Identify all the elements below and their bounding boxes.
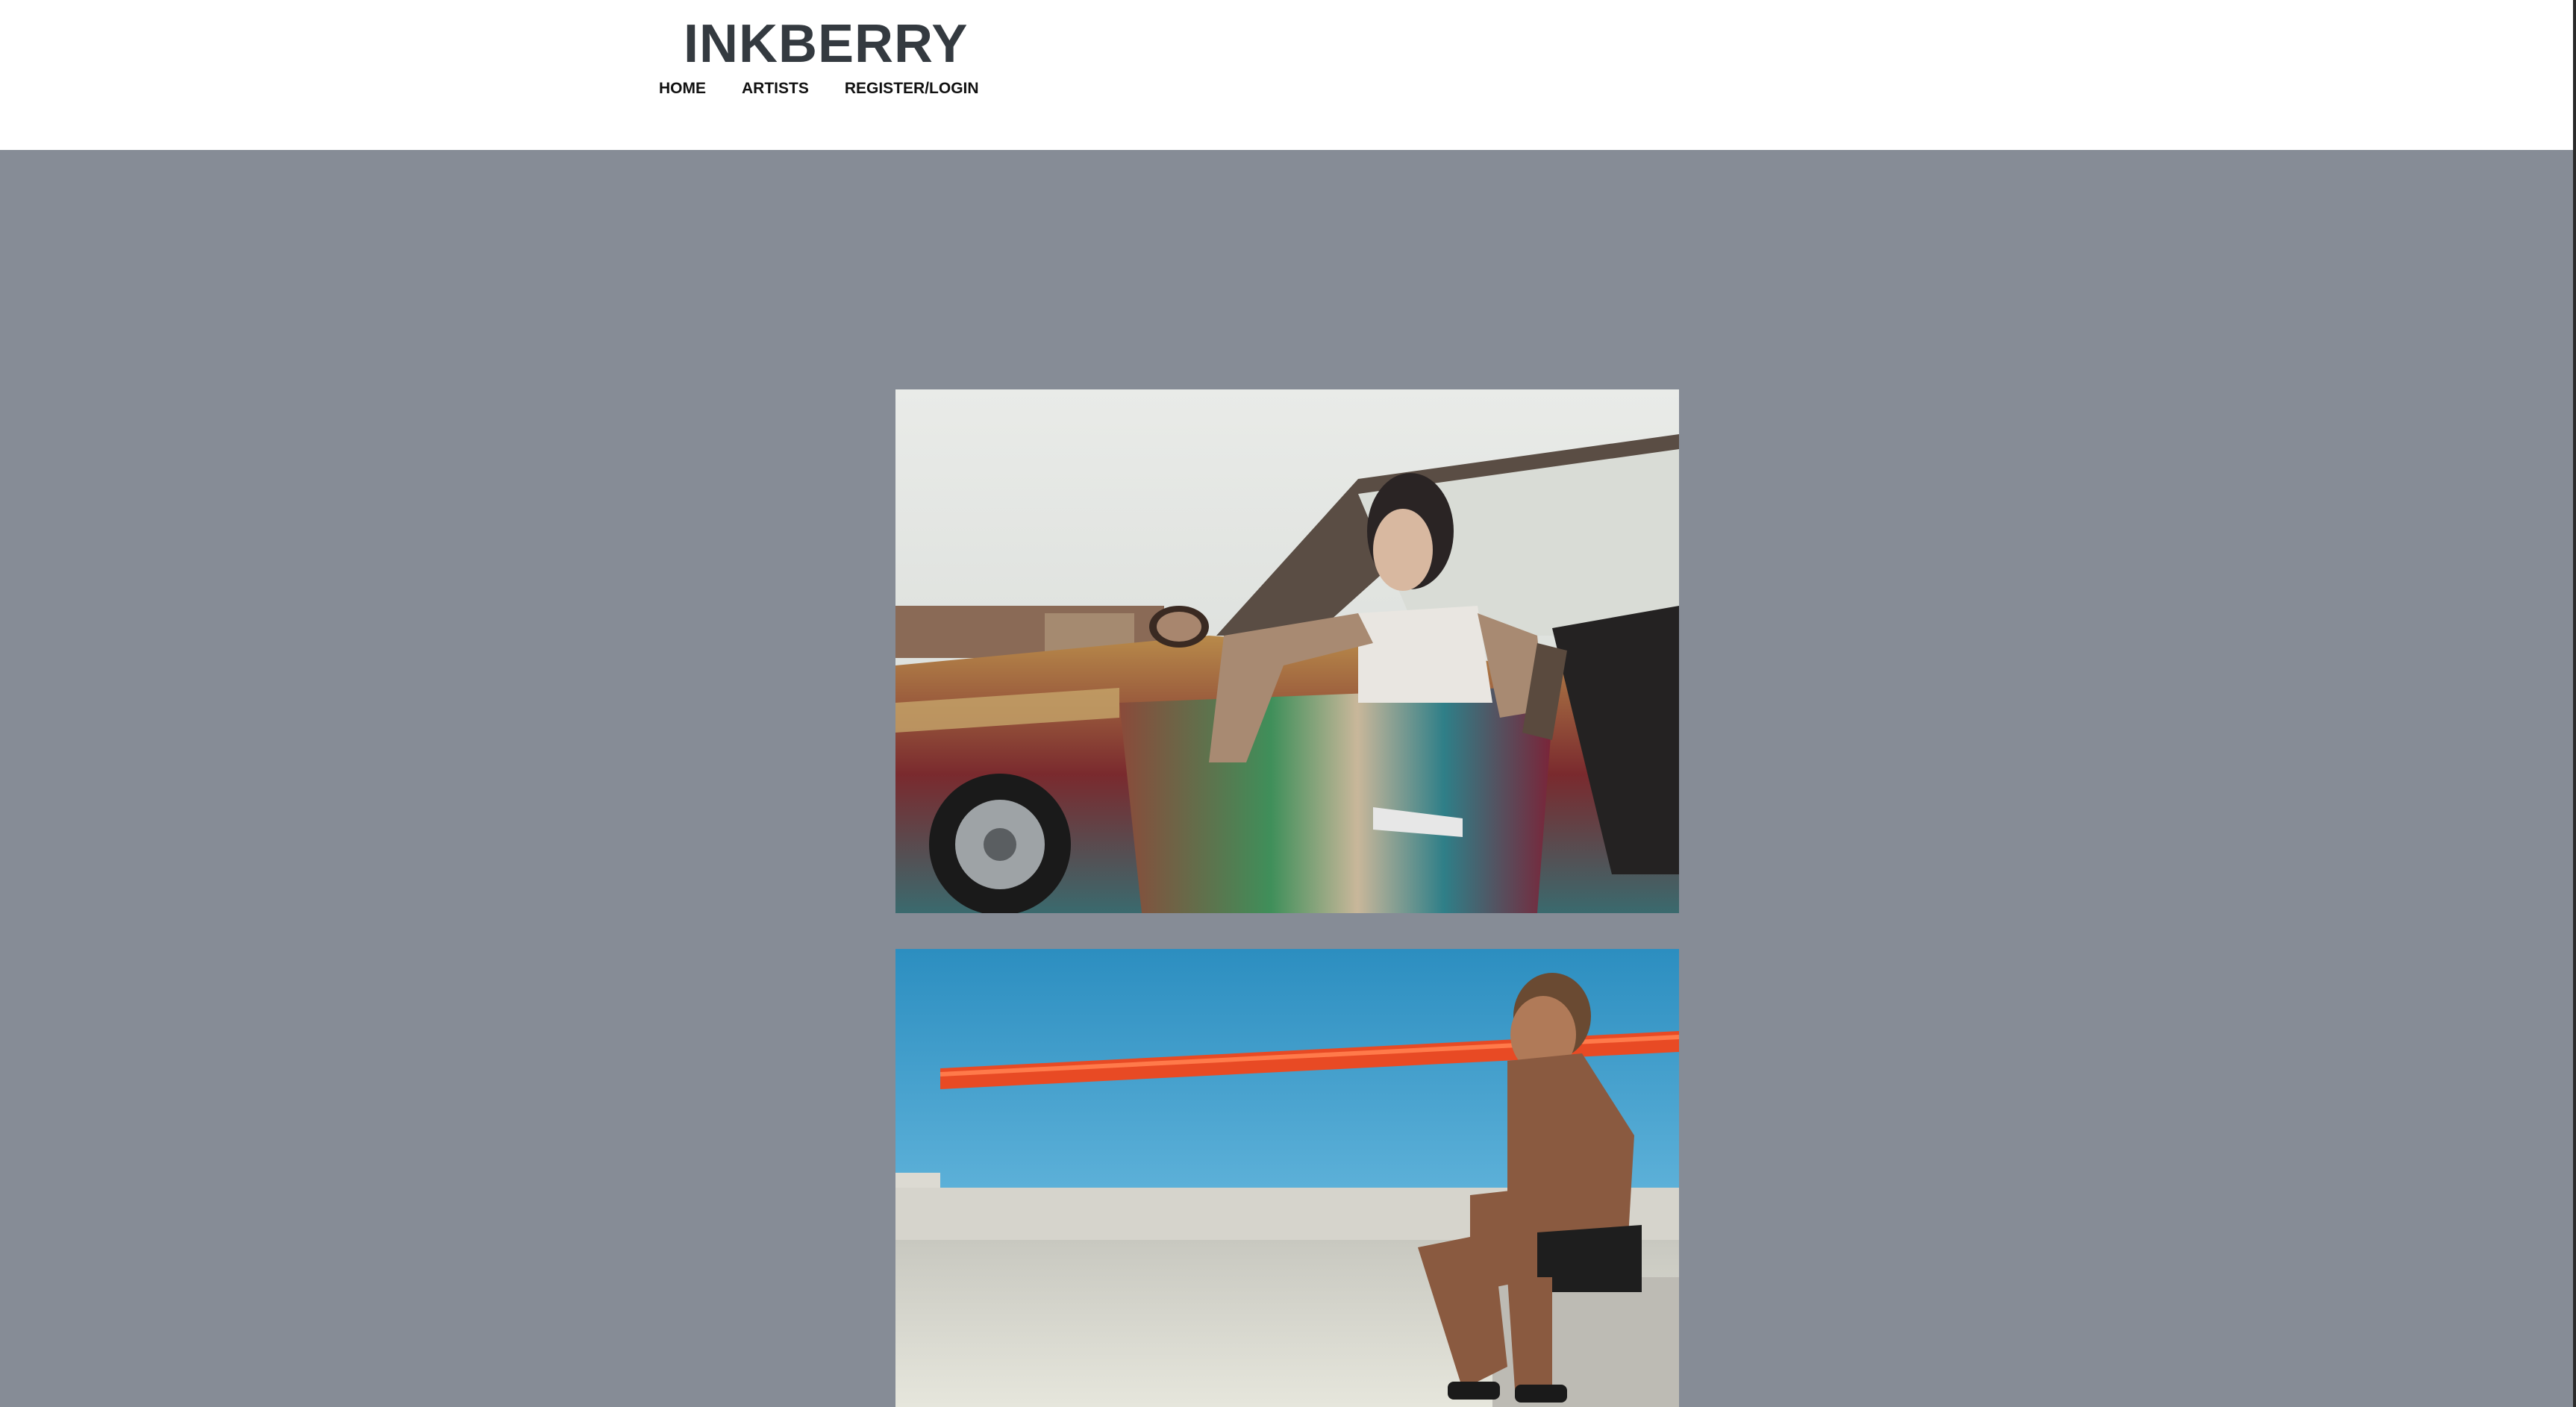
photo-car-illustration (895, 389, 1679, 913)
nav-artists-link[interactable]: ARTISTS (742, 78, 809, 100)
nav-home-link[interactable]: HOME (659, 78, 706, 100)
site-logo[interactable]: INKBERRY (684, 10, 968, 78)
main-nav: HOME ARTISTS REGISTER/LOGIN (659, 78, 979, 100)
gallery-photo-car[interactable] (895, 389, 1679, 913)
site-header: INKBERRY HOME ARTISTS REGISTER/LOGIN (0, 0, 2576, 150)
nav-register-login-link[interactable]: REGISTER/LOGIN (845, 78, 979, 100)
photo-sea-illustration (895, 949, 1679, 1407)
gallery-photo-sea[interactable] (895, 949, 1679, 1407)
window-edge (2573, 0, 2576, 1407)
